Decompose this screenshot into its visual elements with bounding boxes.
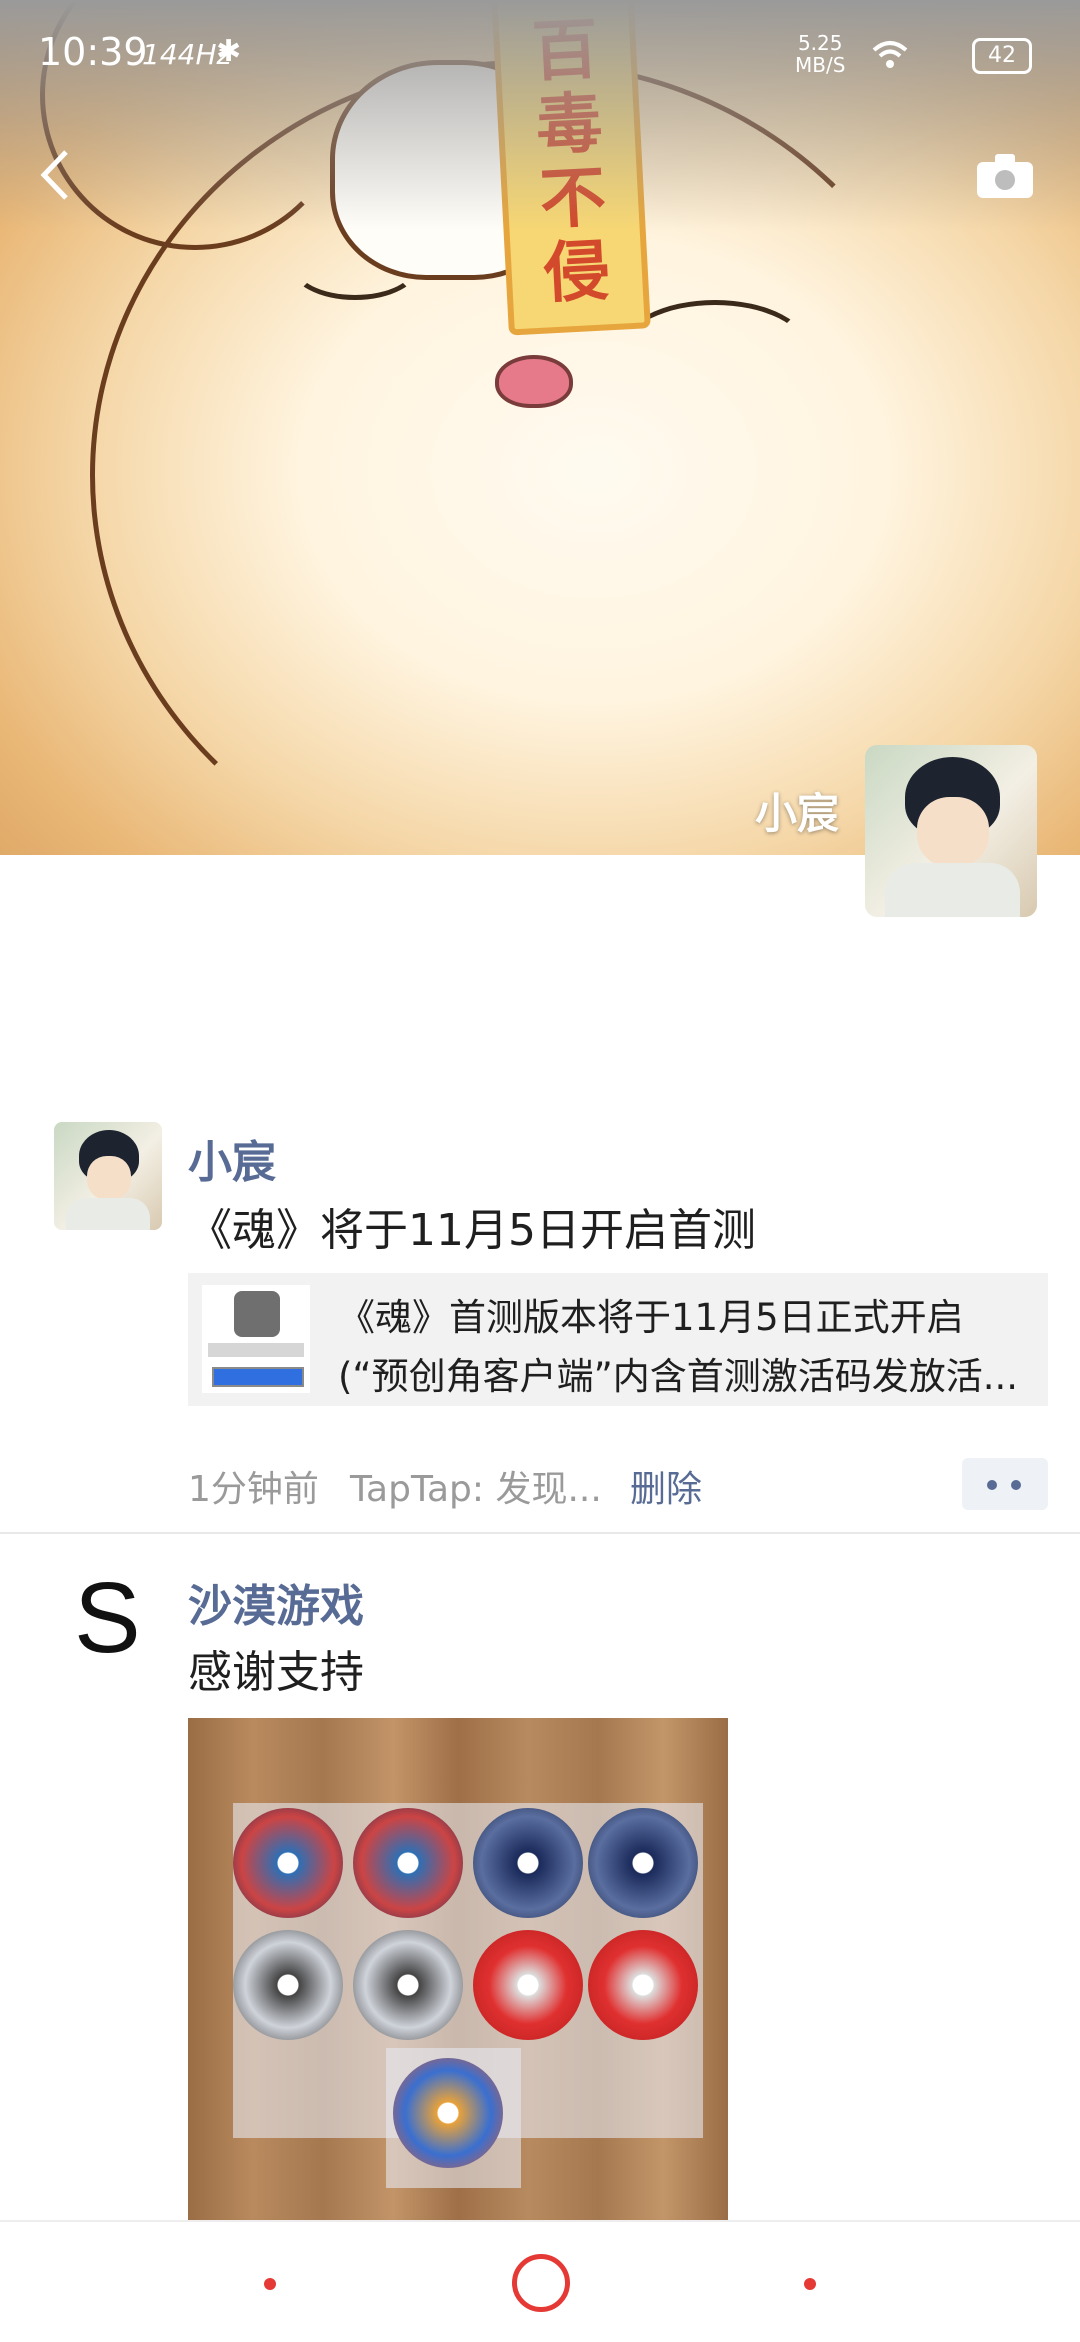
more-dot: [1011, 1480, 1021, 1490]
wifi-icon: [872, 41, 908, 68]
thumb-caption: [208, 1343, 304, 1357]
nav-dot-right[interactable]: [804, 2278, 816, 2290]
post-avatar[interactable]: [54, 1122, 162, 1230]
disc: [473, 1930, 583, 2040]
bluetooth-icon: ✱: [216, 34, 242, 69]
post-photo[interactable]: [188, 1718, 728, 2278]
net-speed-unit: MB/S: [795, 53, 846, 77]
more-dot: [987, 1480, 997, 1490]
disc: [393, 2058, 503, 2168]
back-icon[interactable]: [30, 140, 80, 210]
cat-nose: [495, 355, 573, 408]
avatar-letter: S: [74, 1565, 141, 1673]
link-thumbnail: [202, 1285, 310, 1393]
bottom-nav: [0, 2220, 1080, 2342]
avatar-shirt: [66, 1198, 150, 1230]
thumb-button: [212, 1367, 304, 1387]
cover-image[interactable]: 百 毒 不 侵: [0, 0, 1080, 855]
post-author[interactable]: 小宸: [188, 1126, 276, 1190]
status-time: 10:39: [38, 30, 148, 74]
battery-level: 42: [988, 43, 1016, 68]
disc: [588, 1930, 698, 2040]
delete-button[interactable]: 删除: [630, 1460, 702, 1512]
cover-user-name[interactable]: 小宸: [755, 780, 839, 841]
cover-avatar[interactable]: [865, 745, 1037, 917]
disc: [233, 1808, 343, 1918]
disc: [353, 1930, 463, 2040]
more-button[interactable]: [962, 1458, 1048, 1510]
status-bar: 10:39 144Hz ✱ 5.25 MB/S 42: [0, 0, 1080, 110]
avatar-face: [917, 797, 989, 867]
camera-icon[interactable]: [975, 152, 1035, 200]
post-time: 1分钟前: [188, 1469, 319, 1510]
post-text: 感谢支持: [188, 1647, 364, 1698]
battery-icon: 42: [972, 38, 1032, 74]
post-divider: [0, 1532, 1080, 1534]
network-speed: 5.25 MB/S: [795, 32, 845, 76]
avatar-shirt: [885, 863, 1020, 917]
link-subtitle: (“预创角客户端”内含首测激活码发放活...: [338, 1355, 1019, 1398]
game-logo: [234, 1291, 280, 1337]
disc: [473, 1808, 583, 1918]
post-source[interactable]: TapTap: 发现...: [350, 1460, 602, 1512]
disc: [353, 1808, 463, 1918]
nav-dot-left[interactable]: [264, 2278, 276, 2290]
avatar-face: [87, 1156, 131, 1200]
post-author[interactable]: 沙漠游戏: [188, 1570, 364, 1634]
net-speed-value: 5.25: [797, 31, 843, 55]
link-title: 《魂》首测版本将于11月5日正式开启: [338, 1296, 964, 1339]
disc: [233, 1930, 343, 2040]
nav-home-ring[interactable]: [512, 2254, 570, 2312]
post-avatar[interactable]: S: [54, 1565, 162, 1673]
disc: [588, 1808, 698, 1918]
post-text: 《魂》将于11月5日开启首测: [188, 1205, 756, 1256]
banner-char: 侵: [541, 231, 612, 313]
link-card[interactable]: 《魂》首测版本将于11月5日正式开启 (“预创角客户端”内含首测激活码发放活..…: [188, 1273, 1048, 1406]
